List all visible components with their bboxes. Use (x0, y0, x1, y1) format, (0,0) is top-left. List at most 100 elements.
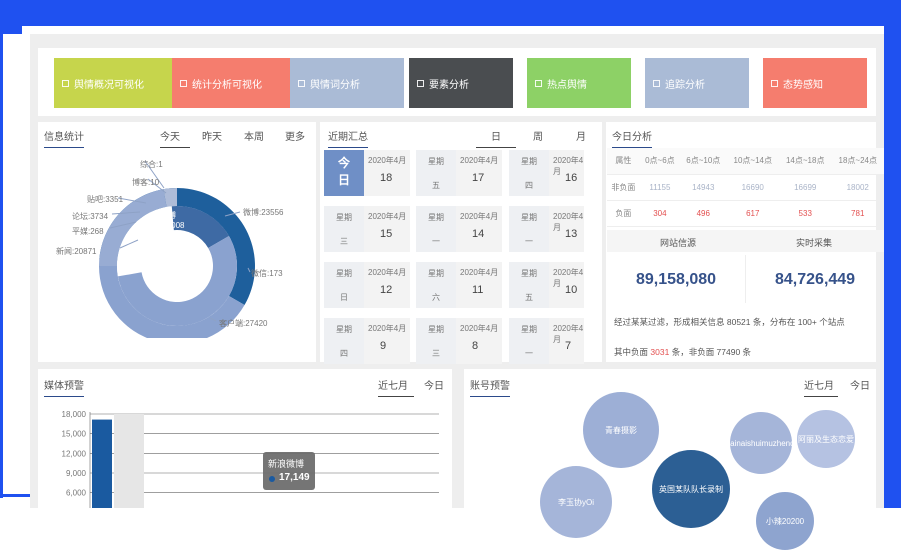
day-cell[interactable]: 星期五 2020年4月 17 (416, 150, 502, 196)
divider (745, 255, 746, 303)
frame-left (0, 30, 3, 498)
nav-grid-icon (298, 79, 305, 87)
frame-right (884, 0, 901, 508)
bar-sina-weibo[interactable] (92, 419, 112, 508)
cell: 781 (831, 200, 884, 227)
nav-grid-icon (535, 79, 542, 87)
nav-button-1[interactable]: 统计分析可视化 (172, 58, 290, 108)
summary-note: 经过某某过滤，形成相关信息 80521 条，分布在 100+ 个站点 (614, 317, 845, 327)
tab-day[interactable]: 日 (476, 128, 516, 148)
tooltip-value: 17,149 (279, 472, 310, 483)
cell: 18002 (831, 174, 884, 201)
month-label: 2020年4月 (368, 324, 407, 333)
day-cell[interactable]: 星期日 2020年4月 12 (324, 262, 410, 308)
tab-week-recent[interactable]: 周 (533, 128, 543, 143)
nav-button-2[interactable]: 舆情词分析 (290, 58, 404, 108)
table-row: 非负面 11155 14943 16690 16699 18002 (607, 174, 884, 201)
day-cell[interactable]: 今日 2020年4月 18 (324, 150, 410, 196)
nav-button-label: 统计分析可视化 (192, 79, 262, 91)
nav-grid-icon (62, 79, 69, 87)
day-number: 15 (380, 228, 393, 240)
account-bubble[interactable]: 英国某队队长录制 (652, 450, 730, 528)
label-website-source: 网站信源 (660, 238, 697, 248)
realtime-collection-number: 84,726,449 (775, 271, 856, 288)
weekday-label: 今日 (324, 150, 364, 196)
day-cell[interactable]: 星期四 2020年4月 16 (509, 150, 584, 196)
tab-more[interactable]: 更多 (285, 128, 305, 143)
cell: 11155 (639, 174, 681, 201)
weekday-label: 星期四 (324, 318, 364, 364)
day-number: 13 (565, 228, 578, 240)
weekday-label: 星期五 (416, 150, 456, 196)
tab-today-media[interactable]: 今日 (424, 377, 444, 392)
bar-hover-highlight (114, 414, 144, 508)
label-realtime-collection: 实时采集 (796, 238, 833, 248)
tooltip-title: 新浪微博 (268, 459, 305, 469)
label-weibo: 微博:23556 (243, 208, 284, 217)
month-label: 2020年4月 (460, 156, 499, 165)
tab-seven-months[interactable]: 近七月 (378, 377, 414, 397)
media-bar-chart: 18,000 15,000 12,000 9,000 6,000 (62, 410, 439, 508)
day-cell[interactable]: 星期一 2020年4月 13 (509, 206, 584, 252)
tab-today[interactable]: 今天 (160, 128, 190, 148)
nav-grid-icon (180, 79, 187, 87)
day-cell[interactable]: 星期六 2020年4月 11 (416, 262, 502, 308)
y-tick-label: 9,000 (66, 469, 87, 478)
nav-button-6[interactable]: 态势感知 (763, 58, 867, 108)
label-forum: 论坛:3734 (72, 212, 109, 221)
nav-grid-icon (771, 79, 778, 87)
table-row: 负面 304 496 617 533 781 (607, 200, 884, 227)
header-14-18: 14点~18点 (778, 148, 832, 175)
account-bubble[interactable]: 阿丽及生态恋爱 (797, 410, 855, 468)
tab-yesterday[interactable]: 昨天 (202, 128, 222, 143)
weekday-label: 星期六 (416, 262, 456, 308)
day-number: 14 (472, 228, 485, 240)
month-label: 2020年4月 (460, 212, 499, 221)
row-name: 负面 (607, 200, 640, 227)
account-bubble[interactable]: rainaishuimuzhenq (730, 412, 792, 474)
day-cell[interactable]: 星期三 2020年4月 8 (416, 318, 502, 364)
day-number: 8 (472, 340, 479, 352)
weekday-label: 星期三 (416, 318, 456, 364)
day-number: 17 (472, 172, 485, 184)
nav-button-5[interactable]: 追踪分析 (645, 58, 749, 108)
nav-button-label: 舆情概况可视化 (74, 79, 144, 91)
tab-week[interactable]: 本周 (244, 128, 264, 143)
nav-button-4[interactable]: 热点舆情 (527, 58, 631, 108)
label-news: 新闻:20871 (56, 247, 97, 256)
account-bubble[interactable]: 青春摄影 (583, 392, 659, 468)
header-attr: 属性 (607, 148, 640, 175)
y-tick-label: 6,000 (66, 489, 87, 498)
weekday-label: 星期四 (509, 150, 549, 196)
nav-button-label: 热点舆情 (547, 79, 587, 91)
header-6-10: 6点~10点 (680, 148, 727, 175)
day-number: 12 (380, 284, 393, 296)
month-label: 2020年4月 (368, 268, 407, 277)
account-title: 账号预警 (470, 377, 510, 397)
tab-today-account[interactable]: 今日 (850, 377, 870, 392)
y-tick-label: 15,000 (62, 430, 87, 439)
day-cell[interactable]: 星期四 2020年4月 9 (324, 318, 410, 364)
nav-button-0[interactable]: 舆情概况可视化 (54, 58, 172, 108)
cell: 617 (726, 200, 779, 227)
day-number: 10 (565, 284, 578, 296)
weekday-label: 星期一 (509, 206, 549, 252)
nav-button-3[interactable]: 要素分析 (409, 58, 513, 108)
day-cell[interactable]: 星期五 2020年4月 10 (509, 262, 584, 308)
tab-seven-months-account[interactable]: 近七月 (804, 377, 838, 397)
weekday-label: 星期日 (324, 262, 364, 308)
cell: 533 (778, 200, 832, 227)
account-bubble[interactable]: 小辣20200 (756, 492, 814, 550)
account-bubble[interactable]: 李玉协yOi (540, 466, 612, 538)
media-title: 媒体预警 (44, 377, 84, 397)
cell: 496 (680, 200, 727, 227)
day-cell[interactable]: 星期三 2020年4月 15 (324, 206, 410, 252)
label-print-media: 平媒:268 (72, 227, 104, 236)
tab-month[interactable]: 月 (576, 128, 586, 143)
label-wechat: 微信:173 (251, 269, 283, 278)
header-10-14: 10点~14点 (726, 148, 779, 175)
day-cell[interactable]: 星期一 2020年4月 7 (509, 318, 584, 364)
day-cell[interactable]: 星期一 2020年4月 14 (416, 206, 502, 252)
donut-center-mid-value: 36,834 (166, 283, 191, 292)
tooltip-dot-icon (269, 476, 275, 482)
